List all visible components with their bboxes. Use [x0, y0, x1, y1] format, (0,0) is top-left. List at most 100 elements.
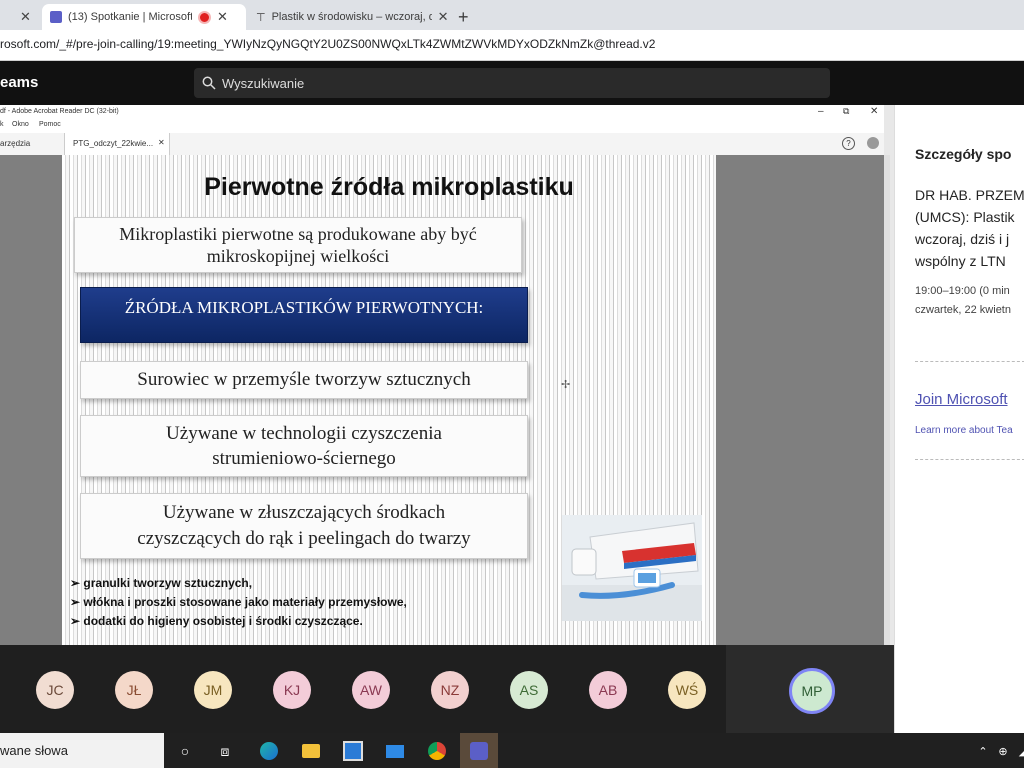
acrobat-tabs: arzędzia PTG_odczyt_22kwie... ✕ ?	[0, 133, 884, 156]
cortana-icon[interactable]: ○	[174, 740, 196, 762]
list-item: ➢ granulki tworzyw sztucznych,	[70, 576, 253, 590]
search-input[interactable]: Wyszukiwanie	[194, 68, 830, 98]
teams-icon	[50, 11, 62, 23]
close-tab-icon[interactable]: ✕	[20, 9, 31, 25]
participant-avatar[interactable]: JM	[194, 671, 232, 709]
shared-screen: df - Adobe Acrobat Reader DC (32-bit) – …	[0, 105, 894, 645]
bullet-list: ➢ granulki tworzyw sztucznych, ➢ włókna …	[70, 574, 407, 631]
chrome-icon[interactable]	[426, 740, 448, 762]
meeting-title-line: wczoraj, dziś i j	[915, 231, 1010, 247]
file-explorer-icon[interactable]	[300, 740, 322, 762]
app-title: eams	[0, 74, 39, 91]
help-icon[interactable]: ?	[842, 137, 855, 150]
participant-avatar[interactable]: WŚ	[668, 671, 706, 709]
join-teams-link[interactable]: Join Microsoft	[915, 391, 1008, 408]
scrollbar[interactable]	[884, 155, 890, 645]
menu-item[interactable]: k	[0, 121, 4, 128]
meeting-title-line: DR HAB. PRZEM	[915, 187, 1024, 203]
slide: Pierwotne źródła mikroplastiku Mikroplas…	[62, 155, 716, 645]
close-tab-icon[interactable]: ✕	[438, 9, 449, 25]
participant-avatar[interactable]: JC	[36, 671, 74, 709]
store-icon[interactable]	[342, 740, 364, 762]
toothpaste-image	[562, 515, 702, 621]
meeting-details-panel: Szczegóły spo DR HAB. PRZEM (UMCS): Plas…	[894, 105, 1024, 733]
document-tab-label: PTG_odczyt_22kwie...	[73, 139, 154, 148]
participant-avatar[interactable]: AB	[589, 671, 627, 709]
participant-avatar[interactable]: JŁ	[115, 671, 153, 709]
taskbar-search[interactable]: wane słowa	[0, 733, 164, 768]
tab-document[interactable]: PTG_odczyt_22kwie... ✕	[64, 133, 170, 155]
taskbar-search-text: wane słowa	[0, 743, 68, 758]
tray-network-icon[interactable]: ⊕	[992, 740, 1014, 762]
teams-taskbar-icon[interactable]	[460, 733, 498, 768]
tab-title: Plastik w środowisku – wczoraj, d	[271, 11, 432, 23]
browser-tab-teams[interactable]: (13) Spotkanie | Microsoft Te ✕	[42, 4, 246, 30]
restore-icon[interactable]: ⧉	[843, 106, 849, 117]
page-icon: ⊤	[256, 11, 266, 24]
sources-heading-box: ŹRÓDŁA MIKROPLASTIKÓW PIERWOTNYCH:	[80, 287, 528, 343]
teams-header: eams Wyszukiwanie	[0, 61, 1024, 105]
meeting-time: 19:00–19:00 (0 min	[915, 285, 1010, 297]
minimize-icon[interactable]: –	[818, 106, 824, 117]
list-item: ➢ dodatki do higieny osobistej i środki …	[70, 614, 363, 628]
source-box-blasting: Używane w technologii czyszczenia strumie…	[80, 415, 528, 477]
box-line: Używane w technologii czyszczenia	[166, 423, 442, 444]
list-item: ➢ włókna i proszki stosowane jako materi…	[70, 595, 407, 609]
menu-item-okno[interactable]: Okno	[12, 121, 29, 128]
divider	[915, 459, 1024, 460]
participant-avatar[interactable]: KJ	[273, 671, 311, 709]
browser-tab-strip: ✕ (13) Spotkanie | Microsoft Te ✕ ⊤ Plas…	[0, 0, 1024, 30]
close-icon[interactable]: ✕	[158, 138, 165, 147]
box-line: Mikroplastiki pierwotne są produkowane a…	[119, 224, 477, 244]
source-box-industry: Surowiec w przemyśle tworzyw sztucznych	[80, 361, 528, 399]
slide-title: Pierwotne źródła mikroplastiku	[204, 173, 574, 201]
participant-avatar[interactable]: AW	[352, 671, 390, 709]
arrow-bullet-icon: ➢	[70, 576, 84, 590]
tray-volume-icon[interactable]: ◢	[1012, 740, 1024, 762]
arrow-bullet-icon: ➢	[70, 595, 84, 609]
box-line: czyszczących do rąk i peelingach do twar…	[137, 528, 471, 549]
browser-tab-previous[interactable]: ✕	[0, 4, 40, 30]
recording-icon	[198, 10, 211, 24]
mail-icon[interactable]	[384, 740, 406, 762]
arrow-bullet-icon: ➢	[70, 614, 84, 628]
menu-item-pomoc[interactable]: Pomoc	[39, 121, 61, 128]
search-placeholder: Wyszukiwanie	[222, 76, 305, 91]
browser-tab-plastik[interactable]: ⊤ Plastik w środowisku – wczoraj, d ✕	[252, 4, 452, 30]
self-video-tile: MP	[726, 645, 894, 733]
self-avatar[interactable]: MP	[789, 668, 835, 714]
windows-taskbar: wane słowa ○ ⧈ ⌃ ⊕ ◢	[0, 733, 1024, 768]
acrobat-title-bar: df - Adobe Acrobat Reader DC (32-bit) – …	[0, 105, 884, 121]
crosshair-cursor-icon: ✢	[561, 379, 571, 391]
learn-more-link[interactable]: Learn more about Tea	[915, 425, 1013, 436]
address-bar[interactable]: rosoft.com/_#/pre-join-calling/19:meetin…	[0, 30, 1024, 61]
participant-avatar[interactable]: NZ	[431, 671, 469, 709]
box-line: Używane w złuszczających środkach	[162, 502, 446, 523]
participant-bar: JC JŁ JM KJ AW NZ AS AB WŚ	[0, 645, 726, 733]
url-text[interactable]: rosoft.com/_#/pre-join-calling/19:meetin…	[0, 37, 655, 51]
acrobat-menu-bar: k Okno Pomoc	[0, 121, 884, 133]
account-icon[interactable]	[867, 137, 879, 149]
info-box-definition: Mikroplastiki pierwotne są produkowane a…	[74, 217, 522, 273]
close-icon[interactable]: ✕	[870, 106, 878, 117]
meeting-title-line: wspólny z LTN	[915, 253, 1006, 269]
divider	[915, 361, 1024, 362]
meeting-title-line: (UMCS): Plastik	[915, 209, 1015, 225]
edge-icon[interactable]	[258, 740, 280, 762]
tray-chevron-icon[interactable]: ⌃	[972, 740, 994, 762]
search-icon	[202, 76, 216, 90]
details-heading: Szczegóły spo	[915, 146, 1012, 162]
box-line: strumieniowo-ściernego	[212, 448, 396, 469]
box-line: mikroskopijnej wielkości	[206, 246, 390, 266]
new-tab-button[interactable]: +	[458, 4, 478, 30]
box-line: Surowiec w przemyśle tworzyw sztucznych	[137, 369, 471, 390]
close-tab-icon[interactable]: ✕	[217, 9, 228, 25]
participant-avatar[interactable]: AS	[510, 671, 548, 709]
task-view-icon[interactable]: ⧈	[214, 740, 236, 762]
sources-heading: ŹRÓDŁA MIKROPLASTIKÓW PIERWOTNYCH:	[124, 298, 484, 317]
source-box-cosmetics: Używane w złuszczających środkach czyszcz…	[80, 493, 528, 559]
tab-title: (13) Spotkanie | Microsoft Te	[68, 11, 192, 23]
acrobat-window-title: df - Adobe Acrobat Reader DC (32-bit)	[0, 108, 119, 115]
tab-tools[interactable]: arzędzia	[0, 139, 30, 148]
meeting-date: czwartek, 22 kwietn	[915, 304, 1011, 316]
